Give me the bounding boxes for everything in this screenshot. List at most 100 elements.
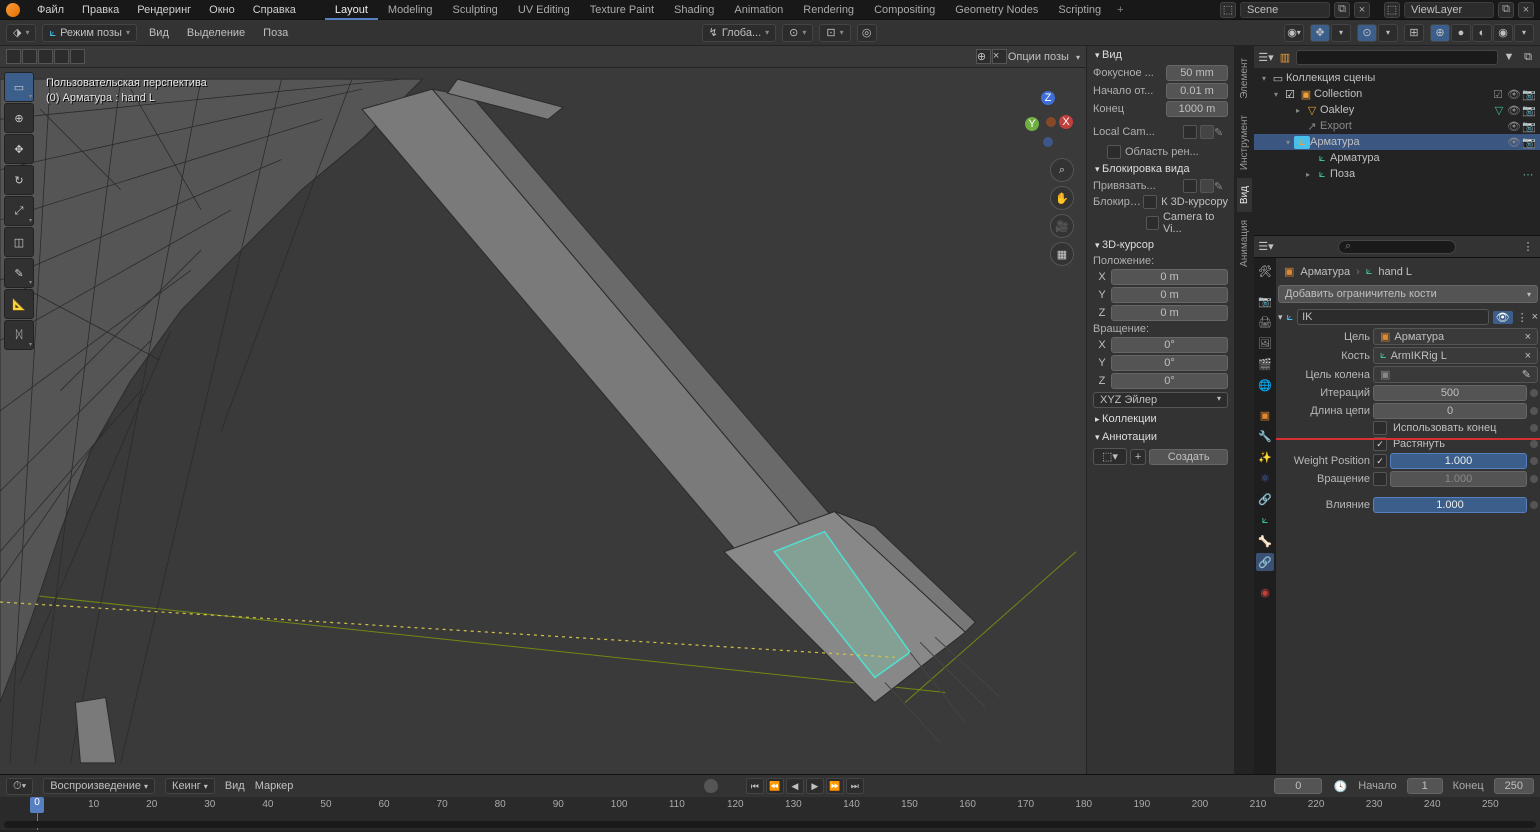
anim-dot[interactable] — [1530, 389, 1538, 397]
render-region-checkbox[interactable] — [1107, 145, 1121, 159]
ptab-object[interactable]: ▣ — [1256, 406, 1274, 424]
crumb-bone[interactable]: hand L — [1378, 266, 1412, 278]
constraint-delete-icon[interactable]: × — [1532, 311, 1538, 323]
tool-rotate[interactable]: ↻ — [4, 165, 34, 195]
xray-toggle[interactable]: ⊞ — [1404, 24, 1424, 42]
ik-influence-slider[interactable]: 1.000 — [1373, 497, 1527, 513]
header-select[interactable]: Выделение — [181, 27, 251, 39]
proportional-toggle[interactable]: ◎ — [857, 24, 877, 42]
tool-scale[interactable]: ⤢▾ — [4, 196, 34, 226]
lock-object-picker[interactable] — [1200, 179, 1214, 193]
start-frame-field[interactable]: 1 — [1407, 778, 1443, 794]
visibility-toggle[interactable]: ◉▾ — [1284, 24, 1304, 42]
menu-edit[interactable]: Правка — [73, 0, 128, 20]
ptab-render[interactable]: 📷 — [1256, 292, 1274, 310]
menu-render[interactable]: Рендеринг — [128, 0, 200, 20]
selbox-1[interactable] — [6, 49, 21, 64]
tool-annotate[interactable]: ✎▾ — [4, 258, 34, 288]
anim-dot[interactable] — [1530, 501, 1538, 509]
play-forward-icon[interactable]: ▶ — [806, 778, 824, 794]
timeline-clock-icon[interactable]: 🕓 — [1332, 780, 1348, 793]
play-reverse-icon[interactable]: ◀ — [786, 778, 804, 794]
ptab-bone[interactable]: 🦴 — [1256, 532, 1274, 550]
ptab-material[interactable]: ◉ — [1256, 583, 1274, 601]
pivot-dropdown[interactable]: ⊙▾ — [782, 24, 813, 42]
ntab-item[interactable]: Элемент — [1237, 50, 1252, 107]
ntab-anim[interactable]: Анимация — [1237, 212, 1252, 275]
nav-camera-icon[interactable]: 🎥 — [1050, 214, 1074, 238]
ptab-physics[interactable]: ⚛ — [1256, 469, 1274, 487]
section-view[interactable]: Вид — [1087, 46, 1234, 64]
tool-measure[interactable]: 📐 — [4, 289, 34, 319]
outliner-search-input[interactable] — [1296, 50, 1498, 65]
ik-iterations-field[interactable]: 500 — [1373, 385, 1527, 401]
ptab-output[interactable]: 🖨 — [1256, 313, 1274, 331]
ik-weightpos-checkbox[interactable] — [1373, 454, 1387, 468]
ik-weightpos-slider[interactable]: 1.000 — [1390, 453, 1527, 469]
ik-poletarget-field[interactable]: ▣✎ — [1373, 366, 1538, 383]
selbox-5[interactable] — [70, 49, 85, 64]
ptab-bone-constraints[interactable]: 🔗 — [1256, 553, 1274, 571]
workspace-tab-sculpting[interactable]: Sculpting — [443, 0, 508, 20]
ntab-view[interactable]: Вид — [1237, 178, 1252, 212]
add-bone-constraint-button[interactable]: Добавить ограничитель кости▾ — [1278, 285, 1538, 303]
local-camera-checkbox[interactable] — [1183, 125, 1197, 139]
ik-target-field[interactable]: ▣Арматура× — [1373, 328, 1538, 345]
cursor-rx-field[interactable]: 0° — [1111, 337, 1228, 353]
constraint-extras-icon[interactable]: ⋮ — [1517, 311, 1528, 324]
ptab-particles[interactable]: ✨ — [1256, 448, 1274, 466]
props-options-icon[interactable]: ⋮ — [1520, 240, 1536, 253]
focal-length-field[interactable]: 50 mm — [1166, 65, 1228, 81]
ik-chainlen-field[interactable]: 0 — [1373, 403, 1527, 419]
tool-cursor[interactable]: ⊕ — [4, 103, 34, 133]
shading-matprev[interactable]: ◐ — [1472, 24, 1492, 42]
jump-prevkey-icon[interactable]: ⏪ — [766, 778, 784, 794]
section-annotations[interactable]: Аннотации — [1087, 428, 1234, 446]
viewlayer-delete-icon[interactable]: × — [1518, 2, 1534, 18]
shading-rendered[interactable]: ◉ — [1493, 24, 1513, 42]
jump-nextkey-icon[interactable]: ⏩ — [826, 778, 844, 794]
clip-start-field[interactable]: 0.01 m — [1166, 83, 1228, 99]
ptab-scene[interactable]: 🎬 — [1256, 355, 1274, 373]
anim-dot[interactable] — [1530, 407, 1538, 415]
pose-options-dropdown[interactable]: Опции позы ▾ — [1008, 51, 1080, 63]
tool-transform[interactable]: ◫ — [4, 227, 34, 257]
outliner-tree[interactable]: ▾▭Коллекция сцены ▾☑▣Collection☑👁📷 ▸▽Oak… — [1254, 68, 1540, 235]
gizmo-toggle[interactable]: ✥ — [1310, 24, 1330, 42]
constraint-name-field[interactable]: IK — [1297, 309, 1488, 325]
keying-dropdown[interactable]: Кеинг ▾ — [165, 778, 215, 794]
tool-select-box[interactable]: ▭▾ — [4, 72, 34, 102]
header-view[interactable]: Вид — [143, 27, 175, 39]
section-collections[interactable]: Коллекции — [1087, 410, 1234, 428]
filter-icon[interactable]: ⊕ — [976, 49, 991, 64]
workspace-tab-scripting[interactable]: Scripting — [1048, 0, 1111, 20]
ptab-world[interactable]: 🌐 — [1256, 376, 1274, 394]
section-viewlock[interactable]: Блокировка вида — [1087, 160, 1234, 178]
workspace-tab-rendering[interactable]: Rendering — [793, 0, 864, 20]
cursor-ry-field[interactable]: 0° — [1111, 355, 1228, 371]
workspace-tab-shading[interactable]: Shading — [664, 0, 724, 20]
annotation-data-dropdown[interactable]: ⬚▾ — [1093, 448, 1127, 465]
tool-breakdowner[interactable]: ᛞ▾ — [4, 320, 34, 350]
autokey-toggle[interactable] — [704, 779, 718, 793]
overlays-options[interactable]: ▾ — [1378, 24, 1398, 42]
properties-search-input[interactable] — [1338, 240, 1456, 254]
header-pose[interactable]: Поза — [257, 27, 294, 39]
outliner-new-collection-icon[interactable]: ⧉ — [1520, 51, 1536, 64]
viewport-3d[interactable]: Пользовательская перспектива (0) Арматур… — [0, 68, 1086, 774]
timeline-marker[interactable]: Маркер — [255, 780, 294, 792]
cursor-rz-field[interactable]: 0° — [1111, 373, 1228, 389]
workspace-tab-texture-paint[interactable]: Texture Paint — [580, 0, 664, 20]
viewlayer-new-icon[interactable]: ⧉ — [1498, 2, 1514, 18]
cursor-x-field[interactable]: 0 m — [1111, 269, 1228, 285]
outliner-type-icon[interactable]: ☰▾ — [1258, 51, 1274, 64]
navigation-gizmo[interactable]: Z Y X — [1018, 88, 1078, 148]
timeline-scrollbar[interactable] — [4, 821, 1536, 828]
clip-end-field[interactable]: 1000 m — [1166, 101, 1228, 117]
ik-usetail-checkbox[interactable] — [1373, 421, 1387, 435]
props-type-icon[interactable]: ☰▾ — [1258, 240, 1274, 253]
ik-bone-field[interactable]: ⟀ArmIKRig L× — [1373, 347, 1538, 364]
lock-camtoview-checkbox[interactable] — [1146, 216, 1159, 230]
workspace-tab-animation[interactable]: Animation — [724, 0, 793, 20]
ntab-tool[interactable]: Инструмент — [1237, 107, 1252, 178]
